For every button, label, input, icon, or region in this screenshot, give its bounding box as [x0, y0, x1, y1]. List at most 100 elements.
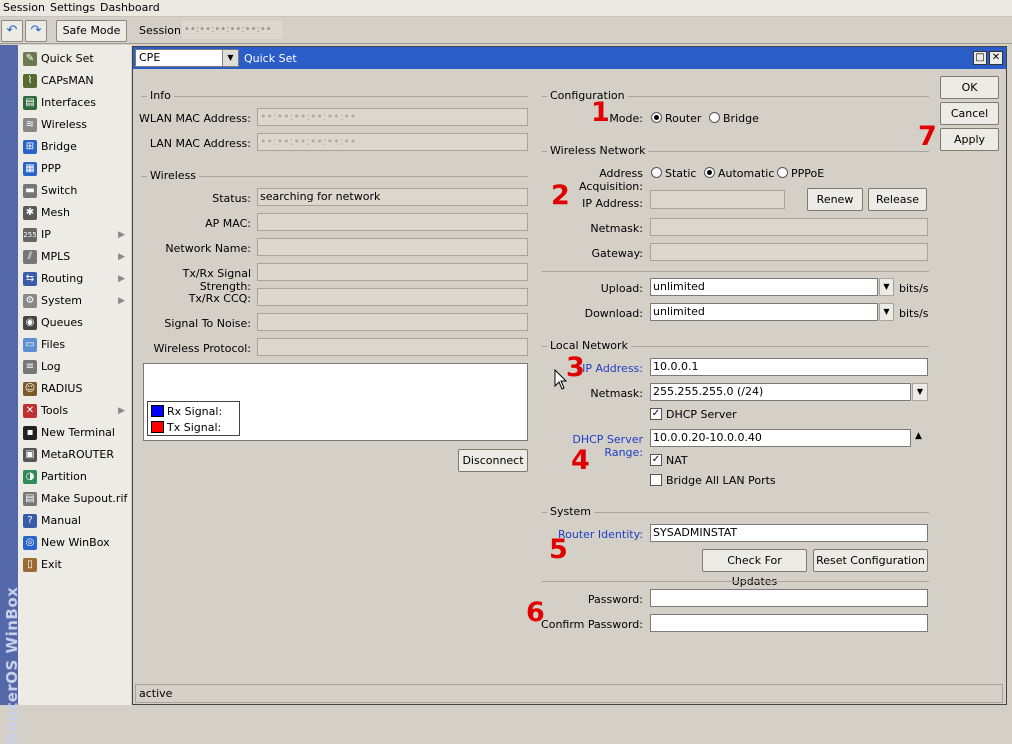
password-field[interactable] [650, 589, 928, 607]
acquisition-label: Address Acquisition: [579, 167, 643, 193]
wan-ip-field [650, 190, 785, 209]
nat-label[interactable]: NAT [666, 454, 688, 467]
sidebar-item-label: New WinBox [41, 536, 110, 549]
sidebar-item-log[interactable]: ≡ Log [18, 356, 131, 378]
upload-field[interactable]: unlimited [650, 278, 878, 296]
sidebar-item-ip[interactable]: 255 IP ▶ [18, 224, 131, 246]
acq-automatic-label[interactable]: Automatic [718, 167, 774, 180]
sidebar-item-label: Files [41, 338, 66, 351]
mode-router-label[interactable]: Router [665, 112, 701, 125]
upload-unit: bits/s [899, 282, 929, 295]
chevron-down-icon[interactable]: ▼ [222, 50, 238, 66]
mode-select[interactable]: CPE ▼ [135, 49, 239, 67]
sidebar-item-routing[interactable]: ⇆ Routing ▶ [18, 268, 131, 290]
routing-icon: ⇆ [23, 272, 37, 286]
router-identity-field[interactable]: SYSADMINSTAT [650, 524, 928, 542]
sidebar-item-make-supout-rif[interactable]: ▤ Make Supout.rif [18, 488, 131, 510]
mode-router-radio[interactable] [651, 112, 662, 123]
configuration-section-title: Configuration [547, 89, 628, 102]
cancel-button[interactable]: Cancel [940, 102, 999, 125]
acq-pppoe-label[interactable]: PPPoE [791, 167, 824, 180]
menu-bar: Session Settings Dashboard [0, 0, 1012, 17]
lan-netmask-field[interactable]: 255.255.255.0 (/24) [650, 383, 911, 401]
wlan-mac-field: ••:••:••:••:••:•• [257, 108, 528, 126]
close-button[interactable]: ✕ [989, 51, 1003, 65]
safe-mode-button[interactable]: Safe Mode [56, 20, 127, 42]
nat-checkbox[interactable]: ✓ [650, 454, 662, 466]
bridge-all-lan-label[interactable]: Bridge All LAN Ports [666, 474, 776, 487]
sidebar-item-new-winbox[interactable]: ◎ New WinBox [18, 532, 131, 554]
sidebar-item-radius[interactable]: ☺ RADIUS [18, 378, 131, 400]
acq-static-radio[interactable] [651, 167, 662, 178]
sidebar-item-wireless[interactable]: ≋ Wireless [18, 114, 131, 136]
sidebar-item-bridge[interactable]: ⊞ Bridge [18, 136, 131, 158]
wlan-mac-label: WLAN MAC Address: [138, 112, 251, 125]
sidebar-item-metarouter[interactable]: ▣ MetaROUTER [18, 444, 131, 466]
menu-session[interactable]: Session [3, 1, 45, 14]
sidebar-item-system[interactable]: ⚙ System ▶ [18, 290, 131, 312]
download-dropdown-icon[interactable]: ▼ [879, 303, 894, 321]
mode-bridge-radio[interactable] [709, 112, 720, 123]
bridge-icon: ⊞ [23, 140, 37, 154]
check-for-updates-button[interactable]: Check For Updates [702, 549, 807, 588]
session-label: Session: [139, 24, 185, 37]
acq-pppoe-radio[interactable] [777, 167, 788, 178]
collapse-up-icon[interactable]: ▲ [915, 431, 922, 441]
mode-bridge-label[interactable]: Bridge [723, 112, 759, 125]
chevron-right-icon: ▶ [118, 406, 125, 416]
sidebar-item-new-terminal[interactable]: ▪ New Terminal [18, 422, 131, 444]
mode-select-value: CPE [139, 51, 161, 64]
disconnect-button[interactable]: Disconnect [458, 449, 528, 472]
acq-static-label[interactable]: Static [665, 167, 696, 180]
sidebar-item-exit[interactable]: ▯ Exit [18, 554, 131, 576]
menu-dashboard[interactable]: Dashboard [100, 1, 160, 14]
sidebar-item-ppp[interactable]: ▦ PPP [18, 158, 131, 180]
dhcp-range-field[interactable]: 10.0.0.20-10.0.0.40 [650, 429, 911, 447]
divider [542, 581, 929, 582]
dhcp-server-label[interactable]: DHCP Server [666, 408, 737, 421]
interfaces-icon: ▤ [23, 96, 37, 110]
sidebar-item-partition[interactable]: ◑ Partition [18, 466, 131, 488]
files-icon: ▭ [23, 338, 37, 352]
redo-button[interactable]: ↷ [25, 20, 47, 42]
bridge-all-lan-checkbox[interactable] [650, 474, 662, 486]
upload-dropdown-icon[interactable]: ▼ [879, 278, 894, 296]
lan-ip-field[interactable]: 10.0.0.1 [650, 358, 928, 376]
netmask-dropdown-icon[interactable]: ▼ [912, 383, 928, 401]
ok-button[interactable]: OK [940, 76, 999, 99]
sidebar: ✎ Quick Set ⌇ CAPsMAN ▤ Interfaces ≋ Wireless ⊞ B… [18, 45, 131, 705]
sidebar-item-capsman[interactable]: ⌇ CAPsMAN [18, 70, 131, 92]
sidebar-item-mpls[interactable]: ⫽ MPLS ▶ [18, 246, 131, 268]
renew-button[interactable]: Renew [807, 188, 863, 211]
dhcp-server-checkbox[interactable]: ✓ [650, 408, 662, 420]
sidebar-item-tools[interactable]: ✕ Tools ▶ [18, 400, 131, 422]
apply-button[interactable]: Apply [940, 128, 999, 151]
wan-netmask-label: Netmask: [590, 222, 643, 235]
sidebar-item-label: Make Supout.rif [41, 492, 128, 505]
sidebar-item-manual[interactable]: ? Manual [18, 510, 131, 532]
confirm-password-field[interactable] [650, 614, 928, 632]
log-icon: ≡ [23, 360, 37, 374]
tx-swatch [151, 421, 164, 433]
sidebar-item-quick-set[interactable]: ✎ Quick Set [18, 48, 131, 70]
acq-automatic-radio[interactable] [704, 167, 715, 178]
capsman-icon: ⌇ [23, 74, 37, 88]
reset-configuration-button[interactable]: Reset Configuration [813, 549, 928, 572]
download-field[interactable]: unlimited [650, 303, 878, 321]
download-unit: bits/s [899, 307, 929, 320]
sidebar-item-queues[interactable]: ◉ Queues [18, 312, 131, 334]
sidebar-item-switch[interactable]: ▬ Switch [18, 180, 131, 202]
sidebar-item-label: New Terminal [41, 426, 115, 439]
sidebar-item-interfaces[interactable]: ▤ Interfaces [18, 92, 131, 114]
menu-settings[interactable]: Settings [50, 1, 95, 14]
network-name-label: Network Name: [165, 242, 251, 255]
system-section: System [542, 505, 929, 519]
undo-button[interactable]: ↶ [1, 20, 23, 42]
upload-label: Upload: [600, 282, 643, 295]
maximize-button[interactable]: □ [973, 51, 987, 65]
sidebar-item-mesh[interactable]: ✱ Mesh [18, 202, 131, 224]
network-name-field [257, 238, 528, 256]
local-network-section-title: Local Network [547, 339, 631, 352]
release-button[interactable]: Release [868, 188, 927, 211]
sidebar-item-files[interactable]: ▭ Files [18, 334, 131, 356]
